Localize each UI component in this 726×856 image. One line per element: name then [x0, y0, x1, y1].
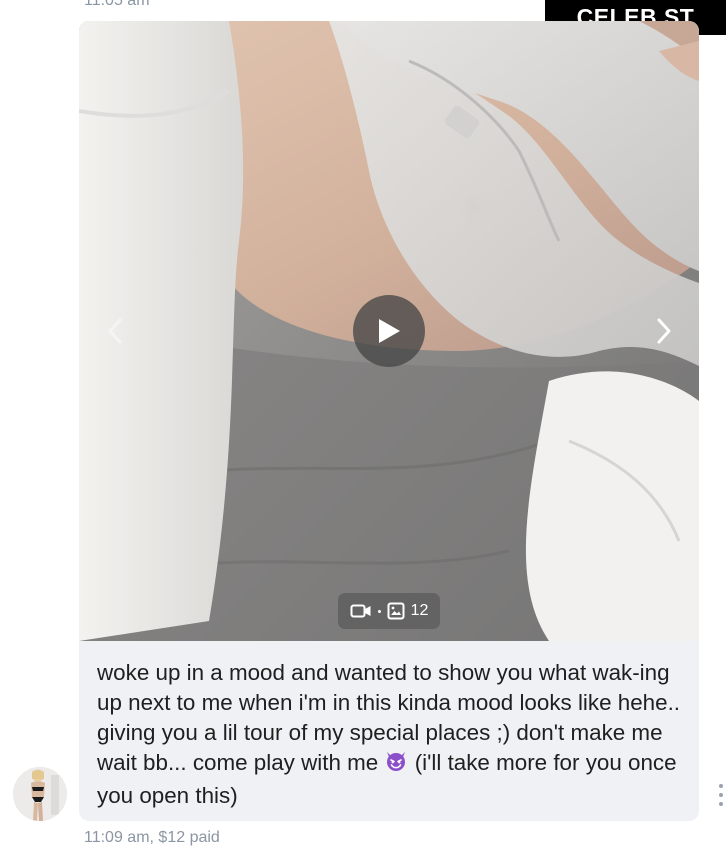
more-dot [719, 802, 723, 806]
carousel-prev-button[interactable] [100, 313, 130, 349]
message-meta: 11:09 am, $12 paid [84, 829, 220, 847]
chevron-left-icon [108, 318, 122, 344]
media-carousel[interactable]: 12 [79, 21, 699, 641]
media-count-badge: 12 [338, 593, 440, 629]
avatar[interactable] [13, 767, 67, 821]
separator-dot [377, 609, 381, 613]
price-status: $12 paid [158, 829, 220, 846]
carousel-next-button[interactable] [649, 313, 679, 349]
media-count: 12 [410, 602, 429, 619]
more-options-button[interactable] [716, 784, 726, 806]
play-icon [379, 319, 400, 343]
image-icon [387, 602, 405, 620]
message-timestamp: 11:09 am, [84, 829, 154, 846]
more-dot [719, 793, 723, 797]
chat-view: 11:05 am CELEB.ST 12 woke up in a mood a… [0, 0, 726, 856]
smiling-imp-emoji-icon [384, 749, 408, 781]
chevron-right-icon [657, 318, 671, 344]
message-bubble: 12 woke up in a mood and wanted to show … [79, 21, 699, 821]
avatar-image [13, 767, 67, 821]
play-button[interactable] [353, 295, 425, 367]
message-timestamp-top: 11:05 am [84, 0, 150, 9]
message-text: woke up in a mood and wanted to show you… [97, 658, 687, 811]
video-icon [350, 604, 371, 618]
more-dot [719, 784, 723, 788]
